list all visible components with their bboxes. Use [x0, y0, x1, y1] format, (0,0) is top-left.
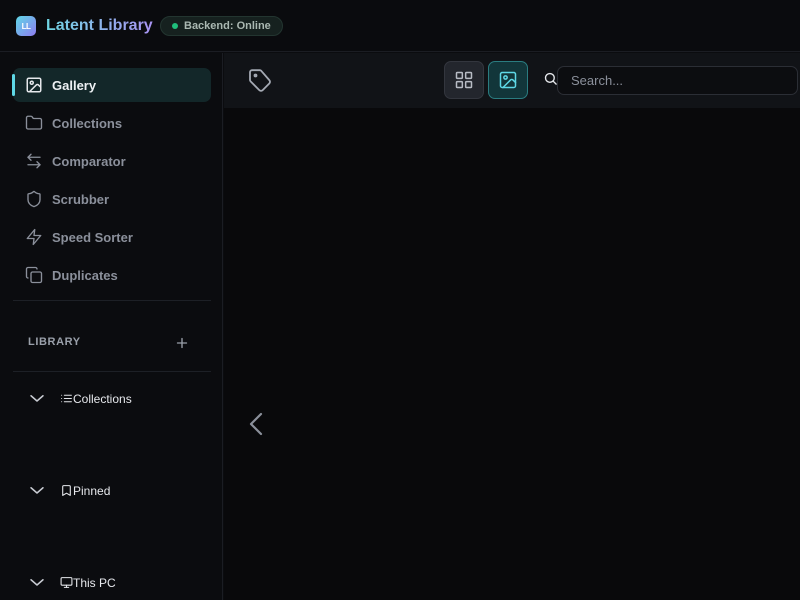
sidebar-divider — [13, 371, 211, 372]
grid-icon — [455, 71, 473, 89]
sidebar-item-label: Speed Sorter — [52, 230, 133, 245]
copy-icon — [25, 266, 43, 284]
tag-icon[interactable] — [248, 68, 272, 92]
image-icon — [499, 71, 517, 89]
sidebar-item-speed-sorter[interactable]: Speed Sorter — [13, 220, 211, 254]
lightning-icon — [26, 228, 42, 246]
single-image-view-button[interactable] — [488, 61, 528, 99]
sidebar-item-gallery[interactable]: Gallery — [12, 68, 211, 102]
search-input[interactable] — [557, 66, 798, 95]
previous-image-button[interactable] — [244, 410, 268, 438]
library-heading: LIBRARY — [28, 336, 81, 348]
sidebar-divider — [13, 300, 211, 301]
tree-item-pinned[interactable]: Pinned — [28, 479, 208, 501]
sidebar-item-scrubber[interactable]: Scrubber — [13, 182, 211, 216]
tree-item-label: Pinned — [73, 484, 111, 498]
sidebar-item-duplicates[interactable]: Duplicates — [13, 258, 211, 292]
image-viewer[interactable] — [224, 108, 800, 600]
tree-item-label: This PC — [73, 576, 116, 590]
sidebar-item-label: Scrubber — [52, 192, 110, 207]
bookmark-icon — [62, 485, 71, 496]
sidebar-item-label: Duplicates — [52, 268, 118, 283]
shield-icon — [27, 190, 41, 208]
sidebar-item-comparator[interactable]: Comparator — [13, 144, 211, 178]
sidebar-item-collections[interactable]: Collections — [13, 106, 211, 140]
image-icon — [26, 77, 42, 93]
app-title: Latent Library — [46, 17, 153, 34]
app-logo: LL — [16, 16, 36, 36]
main-toolbar — [224, 53, 800, 108]
tree-item-this-pc[interactable]: This PC — [28, 571, 208, 593]
search-icon — [544, 72, 557, 85]
tree-item-collections[interactable]: Collections — [28, 387, 208, 409]
tree-item-label: Collections — [73, 392, 132, 406]
status-text: Backend: Online — [184, 20, 271, 32]
logo-text: LL — [21, 21, 31, 31]
list-icon — [61, 394, 72, 403]
status-dot-icon — [172, 23, 178, 29]
sidebar-item-label: Collections — [52, 116, 123, 131]
folder-icon — [25, 115, 43, 130]
add-library-button[interactable] — [173, 334, 191, 352]
chevron-down-icon[interactable] — [28, 389, 46, 407]
top-bar: LL Latent Library Backend: Online — [0, 0, 800, 52]
grid-view-button[interactable] — [444, 61, 484, 99]
sidebar-item-label: Comparator — [52, 154, 126, 169]
monitor-icon — [60, 577, 73, 588]
backend-status-badge: Backend: Online — [160, 16, 283, 36]
arrows-left-right-icon — [27, 153, 41, 169]
sidebar: Gallery Collections Comparator Scrubber … — [0, 53, 223, 600]
chevron-down-icon[interactable] — [28, 573, 46, 591]
sidebar-item-label: Gallery — [52, 78, 97, 93]
active-indicator — [12, 74, 15, 96]
chevron-down-icon[interactable] — [28, 481, 46, 499]
